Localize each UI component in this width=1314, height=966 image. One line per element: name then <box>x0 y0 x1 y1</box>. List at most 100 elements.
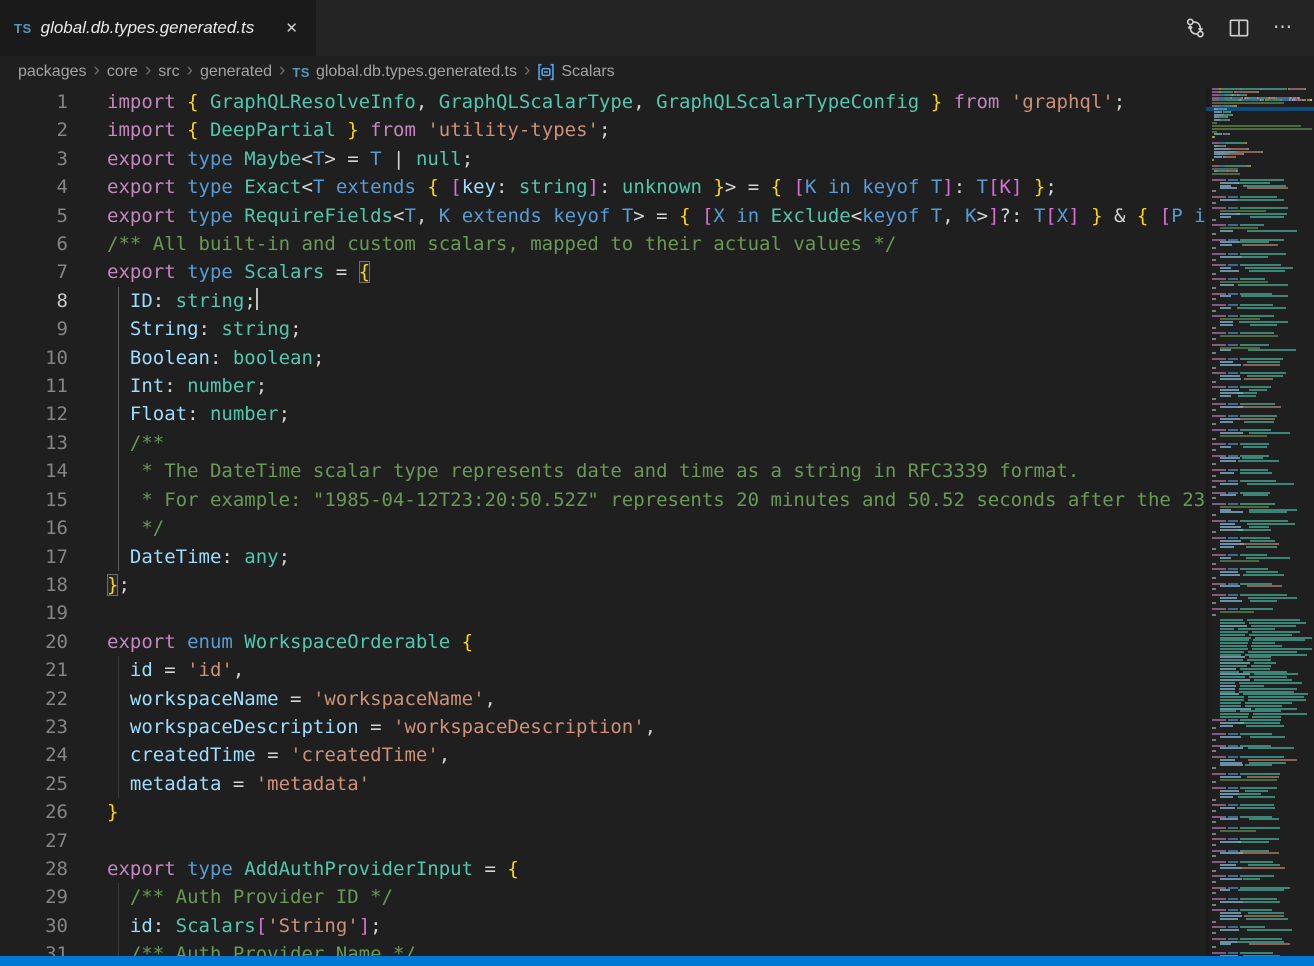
editor-gutter[interactable]: 1234567891011121314151617181920212223242… <box>0 88 68 956</box>
code-line-25[interactable]: metadata = 'metadata' <box>107 770 1206 798</box>
indent-guide <box>118 770 119 798</box>
minimap-line <box>1212 648 1314 650</box>
code-token: export <box>107 148 187 170</box>
code-line-20[interactable]: export enum WorkspaceOrderable { <box>107 628 1206 656</box>
breadcrumb-item-src[interactable]: src <box>158 63 179 81</box>
close-icon[interactable]: ✕ <box>281 17 302 39</box>
code-line-5[interactable]: export type RequireFields<T, K extends k… <box>107 202 1206 230</box>
indent-guide <box>118 457 119 485</box>
code-line-3[interactable]: export type Maybe<T> = T | null; <box>107 145 1206 173</box>
code-line-4[interactable]: export type Exact<T extends { [key: stri… <box>107 173 1206 201</box>
minimap-segment <box>1220 619 1243 621</box>
minimap-segment <box>1246 571 1278 573</box>
minimap-line <box>1212 554 1314 556</box>
minimap-segment <box>1212 386 1226 388</box>
breadcrumb-item-generated[interactable]: generated <box>200 63 272 81</box>
minimap-segment <box>1220 941 1237 943</box>
code-line-9[interactable]: String: string; <box>107 315 1206 343</box>
code-token: type <box>187 205 244 227</box>
code-line-14[interactable]: * The DateTime scalar type represents da… <box>107 457 1206 485</box>
code-line-26[interactable]: } <box>107 798 1206 826</box>
minimap-segment <box>1238 460 1279 462</box>
minimap-segment <box>1212 398 1216 400</box>
minimap-segment <box>1228 850 1238 852</box>
code-token: 'String' <box>267 915 359 937</box>
split-editor-button[interactable] <box>1224 13 1254 43</box>
code-line-16[interactable]: */ <box>107 514 1206 542</box>
open-changes-button[interactable] <box>1180 13 1210 43</box>
breadcrumb-item-global-db-types-generated-ts[interactable]: TSglobal.db.types.generated.ts <box>292 63 517 81</box>
code-line-8[interactable]: ID: string; <box>107 287 1206 315</box>
code-line-7[interactable]: export type Scalars = { <box>107 258 1206 286</box>
minimap-segment <box>1240 293 1272 295</box>
tab-global-db-types[interactable]: TS global.db.types.generated.ts ✕ <box>0 0 316 56</box>
editor-pane[interactable]: 1234567891011121314151617181920212223242… <box>0 88 1206 956</box>
minimap-segment <box>1225 165 1246 167</box>
code-line-21[interactable]: id = 'id', <box>107 656 1206 684</box>
minimap-segment <box>1212 429 1226 431</box>
minimap-segment <box>1240 278 1265 280</box>
minimap-line <box>1212 239 1314 241</box>
code-line-30[interactable]: id: Scalars['String']; <box>107 912 1206 940</box>
minimap-segment <box>1212 531 1216 533</box>
code-line-18[interactable]: }; <box>107 571 1206 599</box>
more-actions-button[interactable]: ⋯ <box>1268 13 1298 43</box>
minimap-segment <box>1240 386 1271 388</box>
minimap-segment <box>1220 389 1239 391</box>
breadcrumb-item-packages[interactable]: packages <box>18 63 87 81</box>
code-line-2[interactable]: import { DeepPartial } from 'utility-typ… <box>107 116 1206 144</box>
minimap-segment <box>1249 165 1251 167</box>
breadcrumb-separator: › <box>279 61 285 83</box>
code-line-11[interactable]: Int: number; <box>107 372 1206 400</box>
code-line-12[interactable]: Float: number; <box>107 400 1206 428</box>
minimap-segment <box>1212 99 1219 101</box>
code-token: number <box>187 375 256 397</box>
minimap-segment <box>1220 716 1248 718</box>
minimap-line <box>1212 952 1314 954</box>
code-line-24[interactable]: createdTime = 'createdTime', <box>107 741 1206 769</box>
minimap[interactable] <box>1206 88 1314 956</box>
minimap-segment <box>1212 278 1226 280</box>
code-token: Boolean <box>130 347 210 369</box>
minimap-line <box>1212 929 1314 931</box>
minimap-segment <box>1220 483 1238 485</box>
code-line-22[interactable]: workspaceName = 'workspaceName', <box>107 685 1206 713</box>
minimap-segment <box>1253 639 1305 641</box>
minimap-segment <box>1212 475 1216 477</box>
code-line-15[interactable]: * For example: "1985-04-12T23:20:50.52Z"… <box>107 486 1206 514</box>
code-token: import <box>107 119 187 141</box>
code-line-10[interactable]: Boolean: boolean; <box>107 344 1206 372</box>
breadcrumb-item-core[interactable]: core <box>107 63 138 81</box>
code-line-31[interactable]: /** Auth Provider Name */ <box>107 940 1206 956</box>
breadcrumb-label: global.db.types.generated.ts <box>316 63 517 81</box>
code-line-19[interactable] <box>107 599 1206 627</box>
minimap-segment <box>1226 116 1228 118</box>
minimap-segment <box>1228 733 1238 735</box>
line-number: 10 <box>0 344 68 372</box>
minimap-segment <box>1212 497 1216 499</box>
minimap-segment <box>1240 264 1281 266</box>
code-token: id <box>130 659 153 681</box>
code-line-17[interactable]: DateTime: any; <box>107 543 1206 571</box>
minimap-line <box>1212 145 1314 147</box>
minimap-segment <box>1220 284 1234 286</box>
code-line-29[interactable]: /** Auth Provider ID */ <box>107 883 1206 911</box>
minimap-line <box>1212 216 1314 218</box>
code-line-1[interactable]: import { GraphQLResolveInfo, GraphQLScal… <box>107 88 1206 116</box>
code-token: ; <box>1045 176 1056 198</box>
minimap-segment <box>1220 665 1247 667</box>
minimap-line <box>1212 148 1314 150</box>
code-line-6[interactable]: /** All built-in and custom scalars, map… <box>107 230 1206 258</box>
minimap-line <box>1212 114 1314 116</box>
breadcrumb-item-scalars[interactable]: Scalars <box>537 63 614 81</box>
minimap-segment <box>1220 668 1236 670</box>
code-token: K <box>805 176 828 198</box>
minimap-segment <box>1240 304 1273 306</box>
code-area[interactable]: import { GraphQLResolveInfo, GraphQLScal… <box>107 88 1206 956</box>
code-line-13[interactable]: /** <box>107 429 1206 457</box>
code-line-28[interactable]: export type AddAuthProviderInput = { <box>107 855 1206 883</box>
code-line-27[interactable] <box>107 827 1206 855</box>
minimap-line <box>1212 494 1314 496</box>
code-line-23[interactable]: workspaceDescription = 'workspaceDescrip… <box>107 713 1206 741</box>
line-number: 15 <box>0 486 68 514</box>
